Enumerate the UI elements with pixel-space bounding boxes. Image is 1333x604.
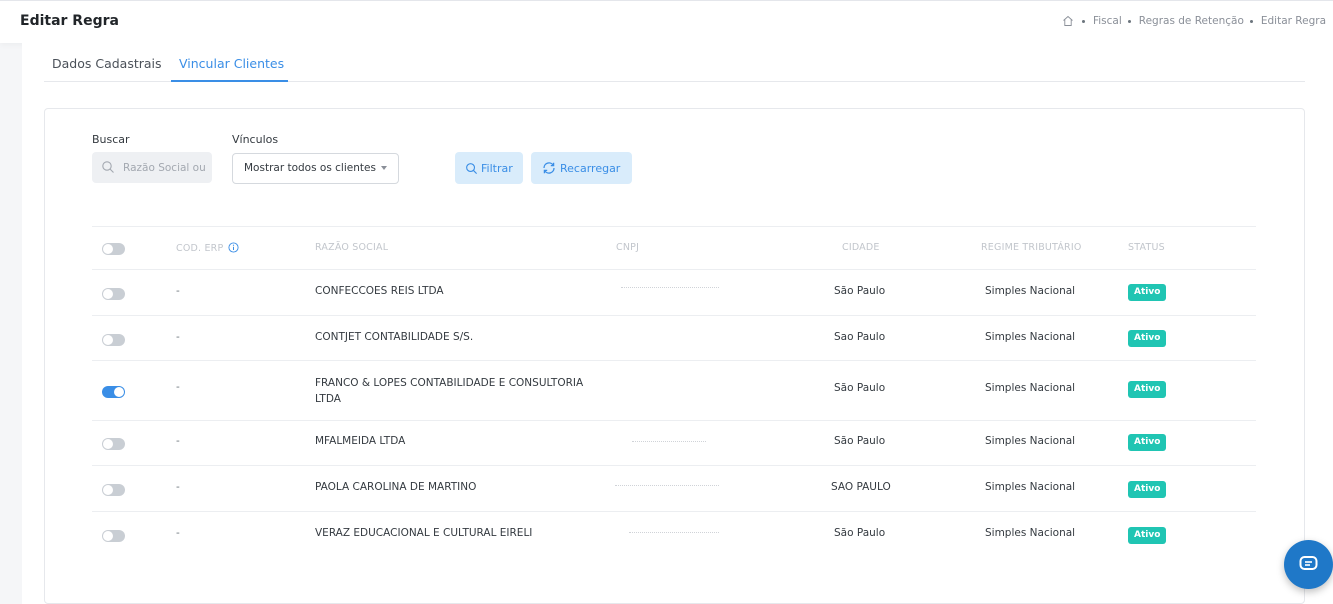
cod-erp-cell: -	[176, 285, 180, 297]
search-input[interactable]	[123, 152, 209, 183]
column-header-cod-erp[interactable]: COD. ERP	[176, 242, 239, 254]
toggle-knob	[103, 244, 113, 254]
masked-cnpj-cell	[629, 532, 719, 533]
select-all-toggle[interactable]	[102, 243, 125, 255]
refresh-icon	[543, 162, 555, 174]
regime-cell: Simples Nacional	[985, 382, 1076, 394]
breadcrumb-fiscal[interactable]: Fiscal	[1093, 15, 1122, 27]
chat-icon	[1299, 556, 1318, 570]
info-icon[interactable]	[228, 242, 239, 253]
vinculos-label: Vínculos	[232, 133, 279, 146]
reload-button-label: Recarregar	[560, 161, 621, 175]
chat-button[interactable]	[1284, 540, 1333, 589]
toggle-knob	[103, 335, 113, 345]
filter-button[interactable]: Filtrar	[455, 152, 523, 184]
status-badge: Ativo	[1128, 330, 1167, 347]
masked-cnpj-cell	[615, 485, 719, 486]
column-header-cnpj[interactable]: CNPJ	[616, 242, 639, 253]
cidade-cell: São Paulo	[834, 435, 886, 447]
tab-vincular-clientes[interactable]: Vincular Clientes	[179, 56, 284, 71]
toggle-knob	[103, 531, 113, 541]
masked-cnpj-cell	[621, 287, 719, 288]
toggle-knob	[114, 387, 124, 397]
razao-social-cell: CONFECCOES REIS LTDA	[315, 285, 444, 297]
clients-card: Buscar Vínculos Mostrar todos os cliente…	[44, 108, 1305, 604]
home-icon[interactable]	[1062, 15, 1074, 27]
table-row: - CONTJET CONTABILIDADE S/S. Sao Paulo S…	[92, 316, 1256, 361]
table-row: - FRANCO & LOPES CONTABILIDADE E CONSULT…	[92, 361, 1256, 421]
column-header-razao-social[interactable]: RAZÃO SOCIAL	[315, 242, 388, 253]
link-toggle[interactable]	[102, 334, 125, 346]
toggle-knob	[103, 289, 113, 299]
table-row: - CONFECCOES REIS LTDA São Paulo Simples…	[92, 270, 1256, 316]
regime-cell: Simples Nacional	[985, 331, 1076, 343]
masked-cnpj-cell	[632, 441, 706, 442]
active-tab-indicator	[171, 80, 288, 82]
link-toggle[interactable]	[102, 530, 125, 542]
search-label: Buscar	[92, 133, 130, 146]
link-toggle[interactable]	[102, 484, 125, 496]
cod-erp-cell: -	[176, 381, 180, 393]
link-toggle[interactable]	[102, 438, 125, 450]
vinculos-selected-value: Mostrar todos os clientes	[244, 162, 376, 174]
table-header: COD. ERP RAZÃO SOCIAL CNPJ CIDADE REGIME…	[92, 226, 1256, 270]
table-row: - MFALMEIDA LTDA São Paulo Simples Nacio…	[92, 421, 1256, 466]
status-badge: Ativo	[1128, 434, 1167, 451]
breadcrumb-separator	[1249, 19, 1253, 23]
regime-cell: Simples Nacional	[985, 285, 1076, 297]
column-header-label: COD. ERP	[176, 243, 224, 254]
breadcrumb: Fiscal Regras de Retenção Editar Regra	[1062, 15, 1326, 27]
regime-cell: Simples Nacional	[985, 527, 1076, 539]
razao-social-cell: FRANCO & LOPES CONTABILIDADE E CONSULTOR…	[315, 377, 584, 405]
top-bar: Editar Regra Fiscal Regras de Retenção E…	[0, 0, 1333, 43]
tab-bar: Dados Cadastrais Vincular Clientes	[44, 43, 1305, 82]
vinculos-select[interactable]: Mostrar todos os clientes	[232, 153, 399, 184]
search-field[interactable]	[92, 152, 212, 183]
cidade-cell: Sao Paulo	[834, 331, 886, 343]
breadcrumb-separator	[1127, 19, 1131, 23]
table-row: - VERAZ EDUCACIONAL E CULTURAL EIRELI Sã…	[92, 512, 1256, 558]
breadcrumb-current: Editar Regra	[1260, 15, 1326, 27]
search-icon	[102, 161, 114, 173]
cod-erp-cell: -	[176, 481, 180, 493]
breadcrumb-separator	[1081, 19, 1085, 23]
status-badge: Ativo	[1128, 481, 1167, 498]
table-row: - PAOLA CAROLINA DE MARTINO SAO PAULO Si…	[92, 466, 1256, 512]
column-header-cidade[interactable]: CIDADE	[842, 242, 880, 253]
status-badge: Ativo	[1128, 381, 1167, 398]
tab-dados-cadastrais[interactable]: Dados Cadastrais	[52, 56, 162, 71]
link-toggle[interactable]	[102, 386, 125, 398]
cod-erp-cell: -	[176, 331, 180, 343]
cidade-cell: SAO PAULO	[831, 481, 891, 493]
cidade-cell: São Paulo	[834, 527, 886, 539]
cod-erp-cell: -	[176, 435, 180, 447]
reload-button[interactable]: Recarregar	[531, 152, 632, 184]
razao-social-cell: MFALMEIDA LTDA	[315, 435, 406, 447]
toggle-knob	[103, 485, 113, 495]
column-header-status[interactable]: STATUS	[1128, 242, 1165, 253]
content-panel: Dados Cadastrais Vincular Clientes Busca…	[22, 43, 1333, 604]
cidade-cell: São Paulo	[834, 382, 886, 394]
breadcrumb-regras[interactable]: Regras de Retenção	[1139, 15, 1244, 27]
status-badge: Ativo	[1128, 284, 1167, 301]
page-title: Editar Regra	[20, 13, 119, 29]
toggle-knob	[103, 439, 113, 449]
razao-social-cell: CONTJET CONTABILIDADE S/S.	[315, 331, 474, 343]
clients-table: COD. ERP RAZÃO SOCIAL CNPJ CIDADE REGIME…	[92, 226, 1256, 558]
filter-button-label: Filtrar	[481, 161, 513, 175]
razao-social-cell: VERAZ EDUCACIONAL E CULTURAL EIRELI	[315, 527, 533, 539]
search-icon	[466, 162, 478, 174]
cidade-cell: São Paulo	[834, 285, 886, 297]
status-badge: Ativo	[1128, 527, 1167, 544]
razao-social-cell: PAOLA CAROLINA DE MARTINO	[315, 481, 477, 493]
cod-erp-cell: -	[176, 527, 180, 539]
column-header-regime[interactable]: REGIME TRIBUTÁRIO	[981, 242, 1082, 253]
regime-cell: Simples Nacional	[985, 435, 1076, 447]
link-toggle[interactable]	[102, 288, 125, 300]
regime-cell: Simples Nacional	[985, 481, 1076, 493]
chevron-down-icon	[381, 166, 387, 170]
